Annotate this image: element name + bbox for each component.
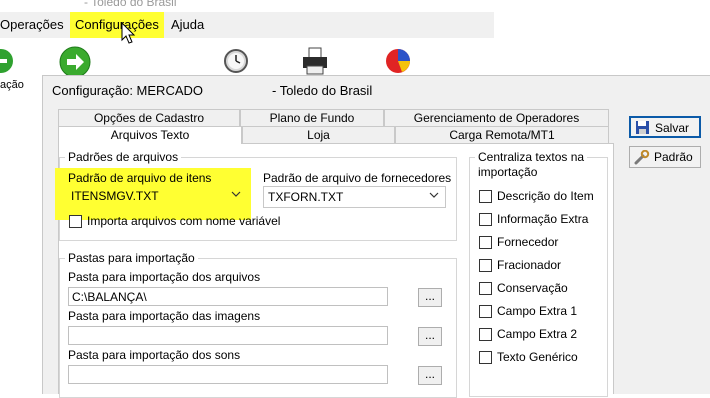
suppliers-pattern-combo[interactable]: TXFORN.TXT xyxy=(263,186,446,208)
green-circle-icon[interactable] xyxy=(0,48,14,74)
browse-files-button[interactable]: ... xyxy=(418,288,442,307)
group-centraliza-title-line2: importação xyxy=(478,165,538,179)
centraliza-checkbox-fornecedor[interactable] xyxy=(479,236,492,249)
tab-panel-arquivos-texto: Padrões de arquivos Padrão de arquivo de… xyxy=(55,143,614,398)
menu-operacoes[interactable]: Operações xyxy=(0,12,64,38)
tab-arquivos-texto[interactable]: Arquivos Texto xyxy=(58,126,242,144)
browse-images-button[interactable]: ... xyxy=(418,327,442,346)
floppy-disk-icon xyxy=(636,121,649,134)
tab-plano-fundo[interactable]: Plano de Fundo xyxy=(240,109,384,126)
files-folder-value: C:\BALANÇA\ xyxy=(72,290,147,304)
centraliza-checkbox-conservacao[interactable] xyxy=(479,282,492,295)
centraliza-label-campo-extra-1: Campo Extra 1 xyxy=(497,304,578,318)
centraliza-label-fornecedor: Fornecedor xyxy=(497,235,559,249)
centraliza-label-descricao: Descrição do Item xyxy=(497,189,594,203)
menu-configuracoes[interactable]: Configurações xyxy=(70,12,164,38)
group-centraliza-title-line1: Centraliza textos na xyxy=(478,150,585,164)
images-folder-label: Pasta para importação das imagens xyxy=(68,309,261,323)
tab-carga-remota[interactable]: Carga Remota/MT1 xyxy=(395,126,609,143)
group-centraliza-title: Centraliza textos na importação xyxy=(475,150,588,180)
centraliza-label-info-extra: Informação Extra xyxy=(497,212,589,226)
pie-chart-icon[interactable] xyxy=(383,46,413,76)
suppliers-pattern-label: Padrão de arquivo de fornecedores xyxy=(263,171,452,185)
mouse-cursor-icon xyxy=(121,22,136,44)
dialog-title-company: - Toledo do Brasil xyxy=(272,83,373,98)
variable-name-label: Importa arquivos com nome variável xyxy=(87,214,281,228)
suppliers-pattern-value: TXFORN.TXT xyxy=(268,190,344,204)
centraliza-label-campo-extra-2: Campo Extra 2 xyxy=(497,327,578,341)
tab-opcoes-cadastro[interactable]: Opções de Cadastro xyxy=(58,109,240,126)
centraliza-checkbox-texto-generico[interactable] xyxy=(479,351,492,364)
centraliza-label-texto-generico: Texto Genérico xyxy=(497,350,578,364)
tab-loja[interactable]: Loja xyxy=(242,126,395,143)
centraliza-label-conservacao: Conservação xyxy=(497,281,568,295)
centraliza-checkbox-fracionador[interactable] xyxy=(479,259,492,272)
images-folder-input[interactable] xyxy=(68,326,388,345)
centraliza-label-fracionador: Fracionador xyxy=(497,258,562,272)
centraliza-checkbox-descricao[interactable] xyxy=(479,190,492,203)
files-folder-label: Pasta para importação dos arquivos xyxy=(68,270,261,284)
tab-gerenciamento-operadores[interactable]: Gerenciamento de Operadores xyxy=(384,109,609,126)
app-title-fragment: - Toledo do Brasil xyxy=(84,0,177,9)
items-pattern-value: ITENSMGV.TXT xyxy=(71,189,159,203)
items-pattern-combo[interactable]: ITENSMGV.TXT xyxy=(67,186,247,208)
save-button[interactable]: Salvar xyxy=(629,116,701,138)
clock-icon[interactable] xyxy=(223,47,249,75)
centraliza-checkbox-campo-extra-2[interactable] xyxy=(479,328,492,341)
group-pastas-title: Pastas para importação xyxy=(65,251,198,265)
dialog-title: Configuração: MERCADO xyxy=(52,83,203,98)
group-padroes-title: Padrões de arquivos xyxy=(65,150,182,164)
chevron-down-icon xyxy=(231,191,241,197)
default-button[interactable]: Padrão xyxy=(629,146,701,168)
sounds-folder-input[interactable] xyxy=(68,365,388,384)
files-folder-input[interactable]: C:\BALANÇA\ xyxy=(68,287,388,306)
variable-name-checkbox[interactable] xyxy=(69,215,82,228)
menu-bar: Operações Configurações Ajuda xyxy=(0,12,494,38)
save-button-label: Salvar xyxy=(655,121,690,135)
printer-icon[interactable] xyxy=(301,46,331,76)
chevron-down-icon xyxy=(429,192,439,198)
wrench-icon xyxy=(634,150,650,165)
sounds-folder-label: Pasta para importação dos sons xyxy=(68,348,241,362)
items-pattern-label: Padrão de arquivo de itens xyxy=(68,171,212,185)
side-label: ação xyxy=(0,79,24,91)
forward-arrow-icon[interactable] xyxy=(59,46,91,78)
centraliza-checkbox-campo-extra-1[interactable] xyxy=(479,305,492,318)
default-button-label: Padrão xyxy=(654,150,693,164)
config-dialog: Configuração: MERCADO - Toledo do Brasil… xyxy=(42,75,710,398)
menu-ajuda[interactable]: Ajuda xyxy=(171,12,204,38)
toolbar xyxy=(0,38,710,78)
centraliza-checkbox-info-extra[interactable] xyxy=(479,213,492,226)
browse-sounds-button[interactable]: ... xyxy=(418,366,442,385)
